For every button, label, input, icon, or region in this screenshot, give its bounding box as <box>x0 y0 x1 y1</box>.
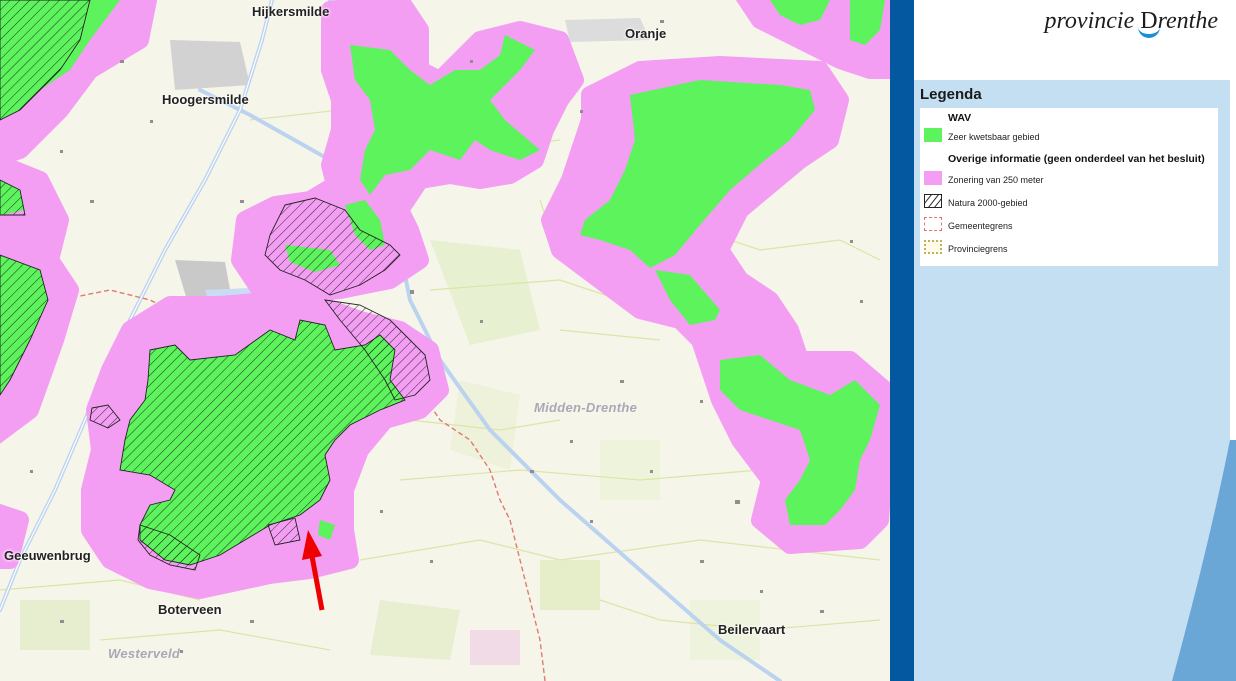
place-label-hoogersmilde: Hoogersmilde <box>162 92 249 107</box>
legend-swatch-hatch <box>924 194 942 208</box>
map-canvas[interactable] <box>0 0 890 681</box>
legend-title: Legenda <box>920 86 982 103</box>
place-label-oranje: Oranje <box>625 26 667 41</box>
map-viewer[interactable]: Hijkersmilde Oranje Hoogersmilde Geeuwen… <box>0 0 890 681</box>
legend-heading-wav: WAV <box>948 112 972 124</box>
place-label-beilervaart: Beilervaart <box>718 622 786 637</box>
legend-swatch-pink <box>924 171 942 185</box>
place-label-geeuwenbrug: Geeuwenbrug <box>4 548 91 563</box>
municipality-label-westerveld: Westerveld <box>108 646 181 661</box>
legend-item-zeer-kwetsbaar: Zeer kwetsbaar gebied <box>948 132 1040 142</box>
legend-item-gemeentegrens: Gemeentegrens <box>948 221 1013 231</box>
legend-item-provinciegrens: Provinciegrens <box>948 244 1008 254</box>
legend-item-zonering: Zonering van 250 meter <box>948 175 1044 185</box>
provincie-drenthe-logo: provincie Drenthe <box>1044 8 1218 38</box>
legend-panel: provincie Drenthe Legenda WAV Zeer kwets… <box>914 0 1236 681</box>
municipality-label-midden-drenthe: Midden-Drenthe <box>534 400 638 415</box>
legend-swatch-gemeentegrens <box>924 217 942 231</box>
legend-item-natura-2000: Natura 2000-gebied <box>948 198 1028 208</box>
panel-divider <box>890 0 914 681</box>
place-label-boterveen: Boterveen <box>158 602 222 617</box>
legend-swatch-provinciegrens <box>924 240 942 254</box>
legend-heading-overige: Overige informatie (geen onderdeel van h… <box>948 153 1205 165</box>
legend-swatch-green <box>924 128 942 142</box>
place-label-hijkersmilde: Hijkersmilde <box>252 4 330 19</box>
legend-box: WAV Zeer kwetsbaar gebied Overige inform… <box>920 108 1218 266</box>
